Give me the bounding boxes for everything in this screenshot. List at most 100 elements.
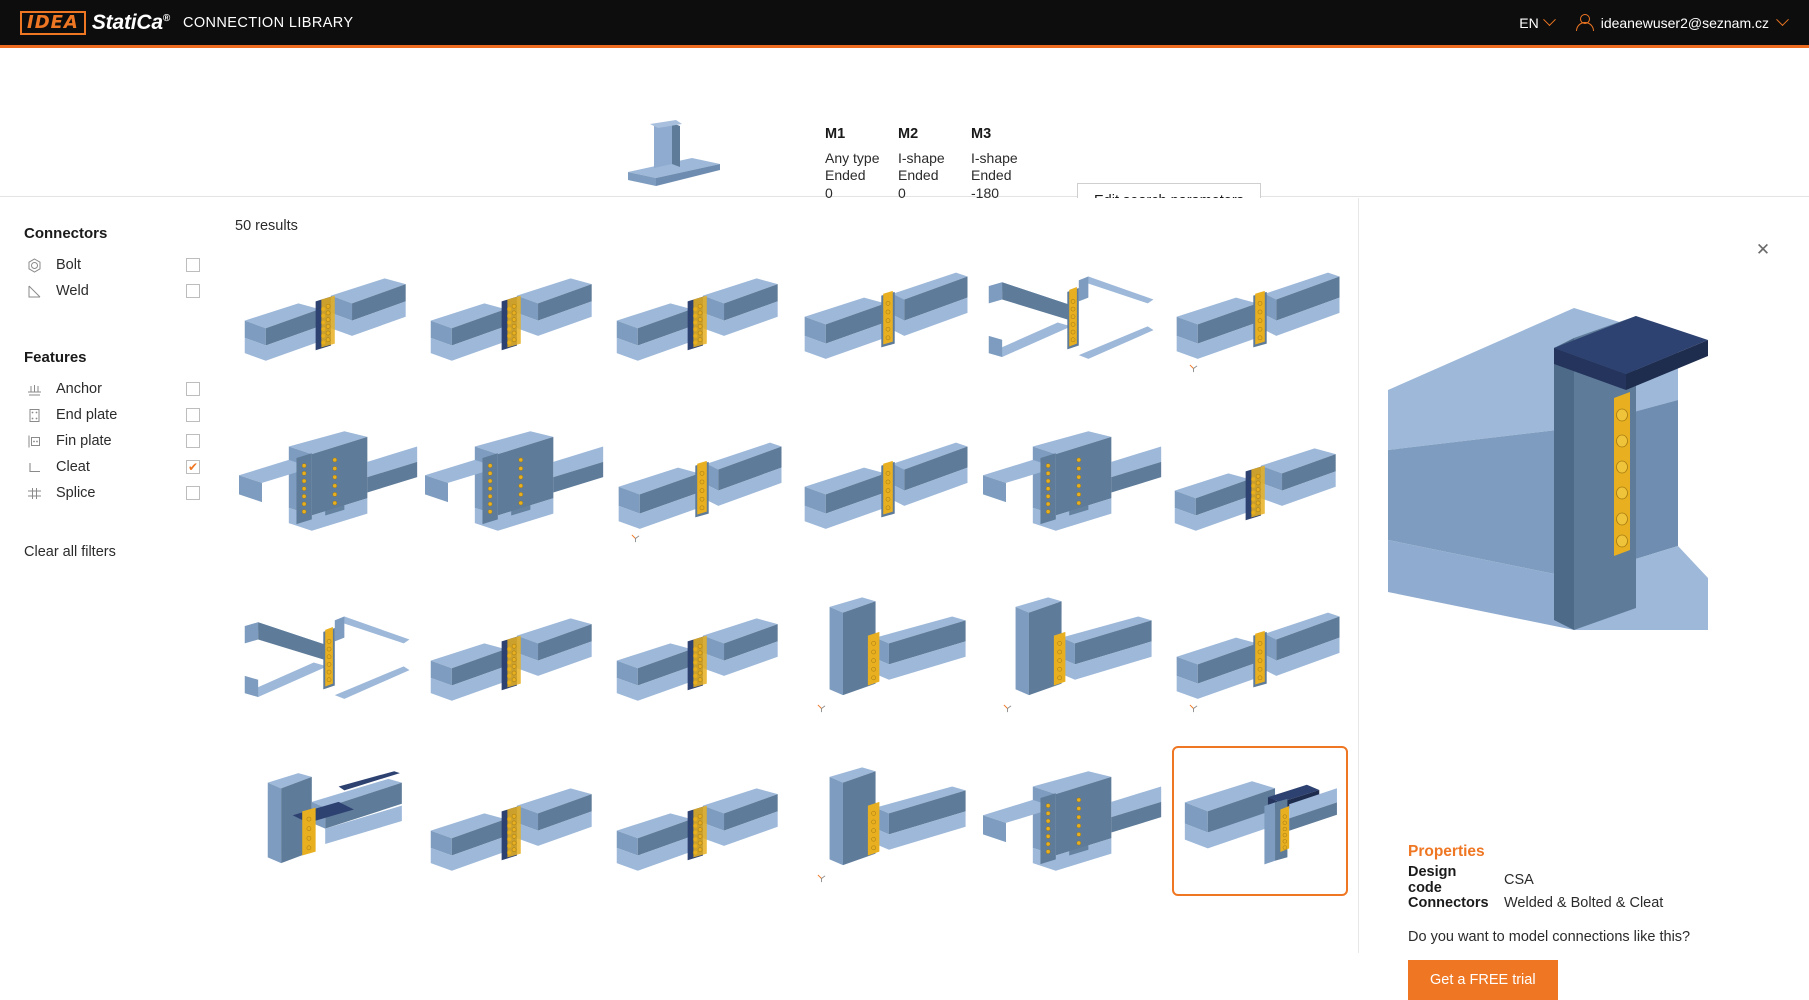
user-avatar-icon (1575, 13, 1594, 32)
result-tile[interactable] (795, 424, 981, 537)
filter-item-label: Cleat (56, 459, 90, 475)
connection-thumbnail (616, 617, 778, 701)
filter-checkbox-splice[interactable] (186, 486, 200, 500)
filter-item-weld[interactable]: Weld (24, 278, 200, 304)
param-line: I-shape (898, 150, 945, 166)
filter-item-anchor[interactable]: Anchor (24, 376, 200, 402)
user-email-label: ideanewuser2@seznam.cz (1600, 14, 1769, 31)
filter-item-bolt[interactable]: Bolt (24, 252, 200, 278)
filter-checkbox-bolt[interactable] (186, 258, 200, 272)
axis-indicator-icon (817, 874, 826, 883)
search-summary-bar: M1 Any type Ended 0 90 M2 I-shape Ended … (0, 48, 1809, 219)
connection-thumbnail (430, 617, 592, 701)
result-tile-selected[interactable] (1172, 746, 1348, 896)
result-tile[interactable] (1167, 254, 1353, 373)
filter-item-label: End plate (56, 407, 118, 423)
connection-thumbnail (1176, 612, 1340, 699)
result-tile[interactable] (1167, 424, 1353, 537)
result-tile[interactable] (237, 424, 423, 537)
result-tile[interactable] (609, 764, 795, 877)
connection-thumbnail (804, 272, 968, 359)
weld-icon (24, 282, 44, 300)
connection-thumbnail (616, 787, 778, 871)
property-value: Welded & Bolted & Cleat (1504, 894, 1664, 911)
filter-group-heading-connectors: Connectors (24, 225, 108, 242)
fin-plate-icon (24, 432, 44, 450)
result-tile[interactable] (795, 594, 981, 713)
connection-thumbnail (983, 430, 1162, 531)
property-row: Design code CSA (1408, 864, 1663, 896)
param-line: Ended (971, 167, 1012, 184)
cta-prompt-text: Do you want to model connections like th… (1408, 929, 1691, 945)
filter-item-fin-plate[interactable]: Fin plate (24, 428, 200, 454)
results-panel: 50 results (225, 198, 1359, 953)
property-value: CSA (1504, 871, 1534, 888)
connection-thumbnail (244, 616, 410, 699)
filter-checkbox-end-plate[interactable] (186, 408, 200, 422)
close-icon[interactable]: ✕ (1755, 241, 1771, 258)
filter-checkbox-weld[interactable] (186, 284, 200, 298)
result-tile[interactable] (423, 764, 609, 877)
user-menu[interactable]: ideanewuser2@seznam.cz (1575, 13, 1789, 32)
param-line: Ended (898, 167, 939, 184)
connection-thumbnail (425, 430, 604, 531)
get-free-trial-button[interactable]: Get a FREE trial (1408, 960, 1558, 1000)
result-tile[interactable] (1167, 594, 1353, 713)
filter-item-end-plate[interactable]: End plate (24, 402, 200, 428)
param-title: M1 (825, 126, 846, 142)
param-line: Ended (825, 167, 866, 184)
clear-all-filters-button[interactable]: Clear all filters (24, 544, 225, 560)
connection-thumbnail (829, 766, 966, 865)
result-tile[interactable] (981, 424, 1167, 537)
results-count-label: 50 results (235, 218, 298, 234)
axis-indicator-icon (1189, 364, 1198, 373)
connection-thumbnail (244, 277, 406, 361)
connection-thumbnail (618, 442, 782, 529)
result-tile[interactable] (423, 594, 609, 707)
logo-statica-text: StatiCa® (91, 10, 170, 34)
result-tile[interactable] (795, 764, 981, 883)
connection-thumbnail (267, 770, 402, 863)
property-key: Design code (1408, 863, 1457, 896)
result-tile[interactable] (423, 424, 609, 537)
filter-checkbox-cleat[interactable] (186, 460, 200, 474)
filter-item-splice[interactable]: Splice (24, 480, 200, 506)
filter-group-heading-features: Features (24, 349, 87, 366)
result-tile[interactable] (609, 594, 795, 707)
results-grid (237, 254, 1353, 896)
language-label: EN (1519, 14, 1539, 31)
filter-item-cleat[interactable]: Cleat (24, 454, 200, 480)
logo-idea-mark: IDEA (20, 10, 86, 35)
filter-checkbox-fin-plate[interactable] (186, 434, 200, 448)
connection-thumbnail (239, 430, 418, 531)
result-tile[interactable] (609, 424, 795, 543)
result-tile[interactable] (237, 254, 423, 367)
connection-thumbnail (430, 787, 592, 871)
filter-checkbox-anchor[interactable] (186, 382, 200, 396)
connection-thumbnail (1176, 272, 1340, 359)
result-tile[interactable] (237, 764, 423, 877)
result-tile[interactable] (981, 254, 1167, 367)
connection-thumbnail (829, 596, 966, 695)
result-tile[interactable] (795, 254, 981, 367)
search-preview-thumbnail (628, 120, 720, 186)
axis-indicator-icon (1189, 704, 1198, 713)
filter-item-label: Bolt (56, 257, 81, 273)
detail-connection-preview (1388, 308, 1708, 630)
result-tile[interactable] (981, 764, 1167, 877)
param-line: Any type (825, 150, 880, 166)
splice-icon (24, 484, 44, 502)
language-selector[interactable]: EN (1519, 13, 1556, 31)
property-key: Connectors (1408, 894, 1489, 911)
detail-panel: ✕ Properties Design code CSA Connectors … (1360, 198, 1809, 1000)
property-row: Connectors Welded & Bolted & Cleat (1408, 891, 1663, 914)
result-tile[interactable] (609, 254, 795, 367)
result-tile[interactable] (237, 594, 423, 707)
result-tile[interactable] (981, 594, 1167, 713)
result-tile[interactable] (423, 254, 609, 367)
connection-thumbnail (983, 770, 1162, 871)
connection-thumbnail (1184, 781, 1337, 865)
filter-item-label: Weld (56, 283, 89, 299)
registered-mark-icon: ® (162, 12, 170, 24)
brand-logo[interactable]: IDEA StatiCa® CONNECTION LIBRARY (20, 10, 354, 35)
